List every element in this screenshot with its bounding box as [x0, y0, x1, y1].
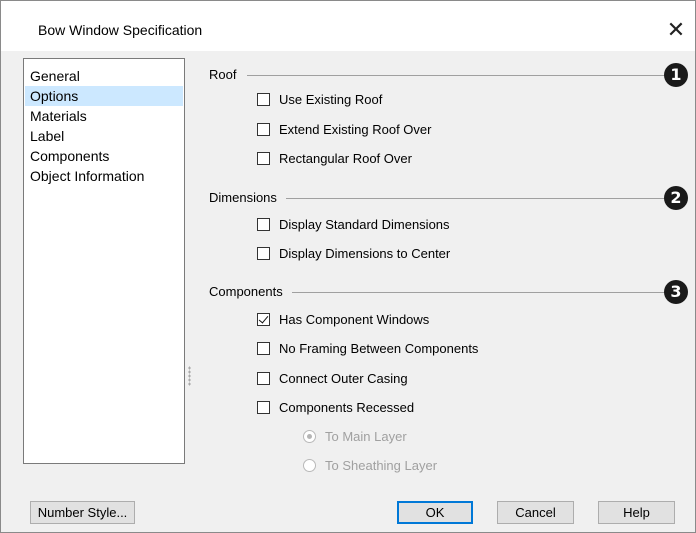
panel-splitter-grip[interactable] — [188, 366, 191, 386]
dialog-title: Bow Window Specification — [38, 22, 203, 38]
checkbox-label: Extend Existing Roof Over — [279, 121, 432, 137]
rectangular-roof-over-checkbox[interactable]: Rectangular Roof Over — [257, 149, 412, 167]
nav-item-object-information[interactable]: Object Information — [25, 166, 183, 186]
radio-button[interactable] — [303, 429, 316, 443]
nav-item-label: Options — [30, 88, 79, 104]
to-main-layer-radio[interactable]: To Main Layer — [303, 427, 407, 445]
checkbox-label: Components Recessed — [279, 399, 415, 415]
checkbox-box[interactable] — [257, 151, 270, 165]
close-icon: ✕ — [666, 17, 686, 42]
checkbox-label: Connect Outer Casing — [279, 370, 408, 386]
checkbox-box[interactable] — [257, 92, 270, 106]
number-style-button[interactable]: Number Style... — [30, 501, 135, 524]
dimensions-section-label: Dimensions — [209, 190, 277, 205]
callout-3-badge: 3 — [664, 280, 688, 304]
nav-item-label: Materials — [30, 108, 87, 124]
extend-existing-roof-over-checkbox[interactable]: Extend Existing Roof Over — [257, 120, 431, 138]
checkbox-label: Use Existing Roof — [279, 91, 383, 107]
nav-item-label: Object Information — [30, 168, 145, 184]
roof-section-divider — [247, 75, 665, 76]
nav-item-label: General — [30, 68, 80, 84]
has-component-windows-checkbox[interactable]: Has Component Windows — [257, 310, 429, 328]
connect-outer-casing-checkbox[interactable]: Connect Outer Casing — [257, 369, 408, 387]
no-framing-between-components-checkbox[interactable]: No Framing Between Components — [257, 339, 478, 357]
radio-button[interactable] — [303, 458, 316, 472]
components-recessed-checkbox[interactable]: Components Recessed — [257, 398, 414, 416]
nav-item-general[interactable]: General — [25, 66, 183, 86]
checkmark-icon — [258, 312, 269, 324]
checkbox-box[interactable] — [257, 122, 270, 136]
title-bar: Bow Window Specification ✕ — [1, 1, 695, 51]
checkbox-label: Rectangular Roof Over — [279, 150, 412, 166]
radio-label: To Main Layer — [325, 428, 407, 444]
checkbox-box[interactable] — [257, 217, 270, 231]
checkbox-label: Has Component Windows — [279, 311, 430, 327]
checkbox-box[interactable] — [257, 371, 270, 385]
callout-1-badge: 1 — [664, 63, 688, 87]
help-button[interactable]: Help — [598, 501, 675, 524]
checkbox-label: No Framing Between Components — [279, 340, 479, 356]
components-section-divider — [292, 292, 665, 293]
callout-2-badge: 2 — [664, 186, 688, 210]
cancel-button[interactable]: Cancel — [497, 501, 574, 524]
checkbox-label: Display Standard Dimensions — [279, 216, 450, 232]
checkbox-label: Display Dimensions to Center — [279, 245, 451, 261]
display-standard-dimensions-checkbox[interactable]: Display Standard Dimensions — [257, 215, 450, 233]
nav-item-components[interactable]: Components — [25, 146, 183, 166]
checkbox-box[interactable] — [257, 246, 270, 260]
display-dimensions-to-center-checkbox[interactable]: Display Dimensions to Center — [257, 244, 450, 262]
nav-item-options[interactable]: Options — [25, 86, 183, 106]
radio-selected-dot — [307, 433, 312, 439]
nav-item-materials[interactable]: Materials — [25, 106, 183, 126]
use-existing-roof-checkbox[interactable]: Use Existing Roof — [257, 90, 382, 108]
nav-item-label-page[interactable]: Label — [25, 126, 183, 146]
nav-item-label: Components — [30, 148, 110, 164]
checkbox-box[interactable] — [257, 341, 270, 355]
checkbox-box[interactable] — [257, 312, 270, 326]
dimensions-section-divider — [286, 198, 665, 199]
radio-label: To Sheathing Layer — [325, 457, 438, 473]
to-sheathing-layer-radio[interactable]: To Sheathing Layer — [303, 456, 437, 474]
close-button[interactable]: ✕ — [661, 15, 691, 45]
checkbox-box[interactable] — [257, 400, 270, 414]
bow-window-specification-dialog: Bow Window Specification ✕ General Optio… — [0, 0, 696, 533]
components-section-label: Components — [209, 284, 283, 299]
category-list[interactable]: General Options Materials Label Componen… — [23, 58, 185, 464]
roof-section-label: Roof — [209, 67, 237, 82]
nav-item-label: Label — [30, 128, 65, 144]
ok-button[interactable]: OK — [397, 501, 473, 524]
